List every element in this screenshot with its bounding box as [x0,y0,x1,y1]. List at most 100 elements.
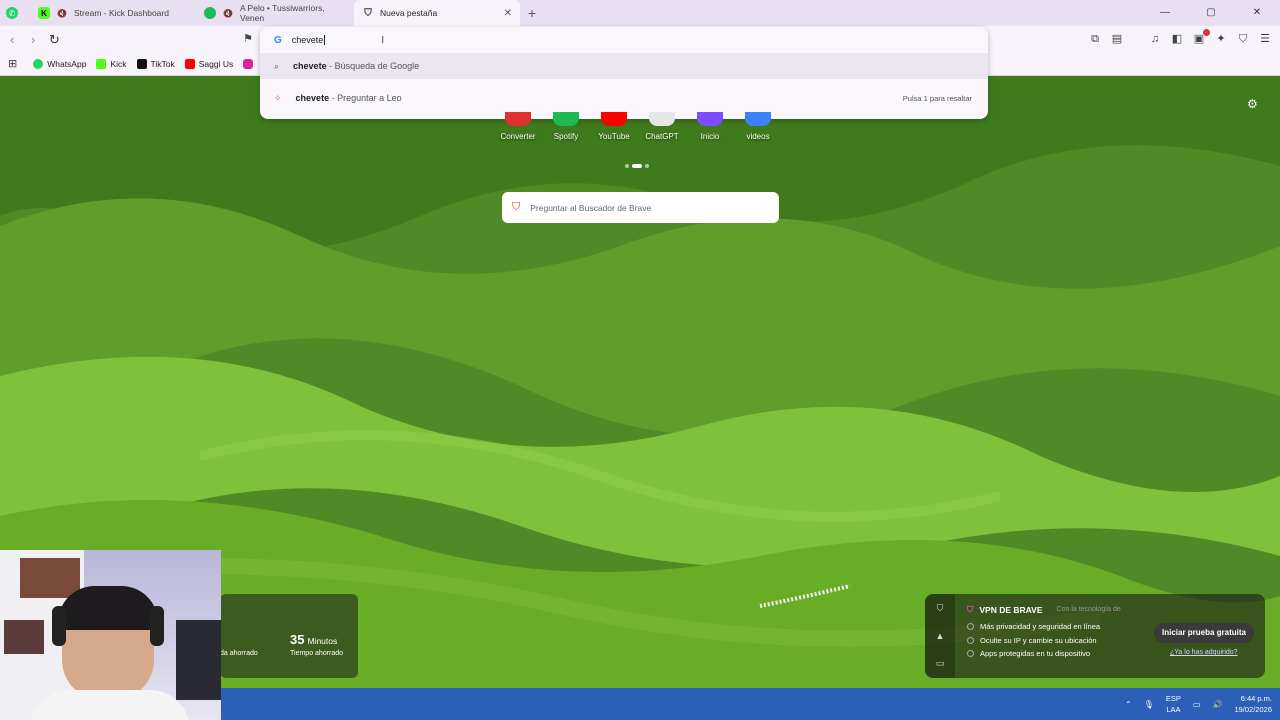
microphone-icon[interactable]: 🎙 [1144,700,1154,709]
list-item: Oculte su IP y cambie su ubicación [967,634,1100,648]
webcam-poster [4,620,44,654]
text-cursor-icon: I [381,34,385,46]
chatgpt-icon [649,112,675,126]
bookmark-youtube[interactable]: Saggi Us [184,58,233,69]
brave-shields-icon[interactable]: ⛉ [1236,32,1250,46]
address-bar-input[interactable]: G chevete I [260,27,988,53]
top-sites: Converter Spotify YouTube ChatGPT Inicio… [500,112,776,141]
toolbar-actions: ⧉ ▤ ♫ ◧ ▣ ✦ ⛉ ☰ [1088,29,1272,46]
top-site-videos[interactable]: videos [740,112,776,141]
streamer-shirt [30,690,190,720]
notifications-icon[interactable]: ▣ [1192,29,1210,46]
chevron-up-icon[interactable]: ⌃ [1125,700,1132,709]
top-site-youtube[interactable]: YouTube [596,112,632,141]
vpn-feature: Más privacidad y seguridad en línea [980,622,1101,631]
streamer-hair [58,586,158,630]
already-purchased-link[interactable]: ¿Ya lo has adquirido? [1170,649,1238,656]
list-item: Más privacidad y seguridad en línea [967,620,1100,634]
minutes-unit: Minutos [307,636,338,646]
minimize-button[interactable]: — [1142,0,1188,26]
headset-right [150,606,164,646]
taskbar-clock[interactable]: 6:44 p.m. 19/02/2026 [1234,693,1272,715]
reload-icon[interactable]: ↻ [49,32,60,48]
windows-taskbar: ⌃ 🎙 ESP LAA ▭ 🔊 6:44 p.m. 19/02/2026 [221,688,1280,720]
brave-search-placeholder: Preguntar al Buscador de Brave [530,202,652,213]
google-icon: G [274,34,282,46]
vpn-header: ⛉ VPN DE BRAVE Con la tecnología de [967,604,1121,615]
suggestion-hint: Pulsa 1 para resaltar [902,93,972,103]
bookmark-kick[interactable]: Kick [96,58,127,69]
bookmark-instagram[interactable] [243,58,254,69]
tab-spotify[interactable]: 🔇 A Pelo • Tussiwarriors, Venen [196,0,354,26]
stats-widget: 35 Minutos da ahorrado Tiempo ahorrado [220,594,358,678]
address-bar-dropdown: G chevete I ⌕ chevete - Búsqueda de Goog… [260,27,988,119]
screen-icon[interactable]: ▭ [936,658,945,669]
whatsapp-icon: ✆ [6,7,18,19]
layout-code: LAA [1166,705,1181,714]
network-icon[interactable]: ▭ [1193,700,1201,709]
customize-gear-icon[interactable]: ⚙ [1247,97,1258,111]
close-window-button[interactable]: ✕ [1234,0,1280,26]
top-sites-pagination[interactable] [625,164,649,168]
extensions-icon[interactable]: ⧉ [1088,32,1102,46]
forward-icon[interactable]: › [31,32,35,47]
start-free-trial-button[interactable]: Iniciar prueba gratuita [1154,623,1254,643]
top-site-label: YouTube [598,132,630,141]
vpn-feature-list: Más privacidad y seguridad en línea Ocul… [967,620,1100,661]
vpn-title: VPN DE BRAVE [979,604,1043,615]
tab-title: Stream - Kick Dashboard [74,8,169,18]
tiktok-icon [136,58,147,69]
search-icon: ⌕ [274,60,280,71]
language-indicator[interactable]: ESP LAA [1166,693,1181,715]
system-tray: ⌃ 🎙 ESP LAA ▭ 🔊 6:44 p.m. 19/02/2026 [1125,688,1272,720]
shield-icon[interactable]: ⛉ [937,603,944,614]
kick-icon: K [38,7,50,19]
tab-kick-dashboard[interactable]: K 🔇 Stream - Kick Dashboard [30,0,196,26]
bookmark-label: WhatsApp [47,58,87,69]
warning-icon[interactable]: ▲ [936,631,945,641]
list-item: Apps protegidas en tu dispositivo [967,647,1100,661]
media-icon[interactable]: ♫ [1148,32,1162,46]
back-icon[interactable]: ‹ [10,32,14,47]
close-tab-icon[interactable]: ✕ [504,8,512,19]
top-site-label: Inicio [700,132,720,141]
whatsapp-pinned-tab[interactable]: ✆ [0,0,30,26]
tab-new-tab[interactable]: ⛉ Nueva pestaña ✕ [354,0,520,26]
widget-sidebar: ⛉ ▲ ▭ [925,594,955,678]
bookmark-whatsapp[interactable]: WhatsApp [33,58,87,69]
volume-icon[interactable]: 🔊 [1212,700,1222,709]
new-tab-button[interactable]: + [520,5,544,21]
brave-vpn-widget: ⛉ ▲ ▭ ⛉ VPN DE BRAVE Con la tecnología d… [925,594,1265,678]
top-site-spotify[interactable]: Spotify [548,112,584,141]
top-site-chatgpt[interactable]: ChatGPT [644,112,680,141]
vpn-powered-by: Con la tecnología de [1056,606,1121,613]
spotify-icon [204,7,216,19]
sidebar-icon[interactable]: ◧ [1170,32,1184,46]
muted-speaker-icon: 🔇 [57,8,67,18]
suggestion-label: - Búsqueda de Google [326,61,420,71]
inicio-icon [697,112,723,126]
bookmark-tiktok[interactable]: TikTok [136,58,175,69]
top-site-label: videos [746,132,770,141]
tab-search-icon[interactable]: ▤ [1110,32,1124,46]
maximize-button[interactable]: ▢ [1188,0,1234,26]
suggestion-label: - Preguntar a Leo [329,93,402,103]
clock-time: 6:44 p.m. [1240,694,1272,703]
brave-shield-icon: ⛉ [364,7,372,19]
videos-icon [745,112,771,126]
bookmark-icon[interactable]: ⚑ [243,32,253,45]
top-site-inicio[interactable]: Inicio [692,112,728,141]
youtube-icon [601,112,627,126]
spotify-icon [553,112,579,126]
tab-strip: ✆ K 🔇 Stream - Kick Dashboard 🔇 A Pelo •… [0,0,1280,26]
stats-caption: da ahorrado [220,650,258,657]
brave-search-box[interactable]: ⛉ Preguntar al Buscador de Brave [502,192,779,223]
time-saved-caption: Tiempo ahorrado [290,650,344,657]
top-site-converter[interactable]: Converter [500,112,536,141]
apps-grid-icon[interactable]: ⊞ [8,57,17,70]
suggestion-google-search[interactable]: ⌕ chevete - Búsqueda de Google [260,53,988,79]
minutes-number: 35 [290,632,305,647]
menu-icon[interactable]: ☰ [1258,32,1272,46]
leo-ai-icon[interactable]: ✦ [1214,32,1228,46]
suggestion-ask-leo[interactable]: ✧ chevete - Preguntar a Leo Pulsa 1 para… [260,85,988,111]
